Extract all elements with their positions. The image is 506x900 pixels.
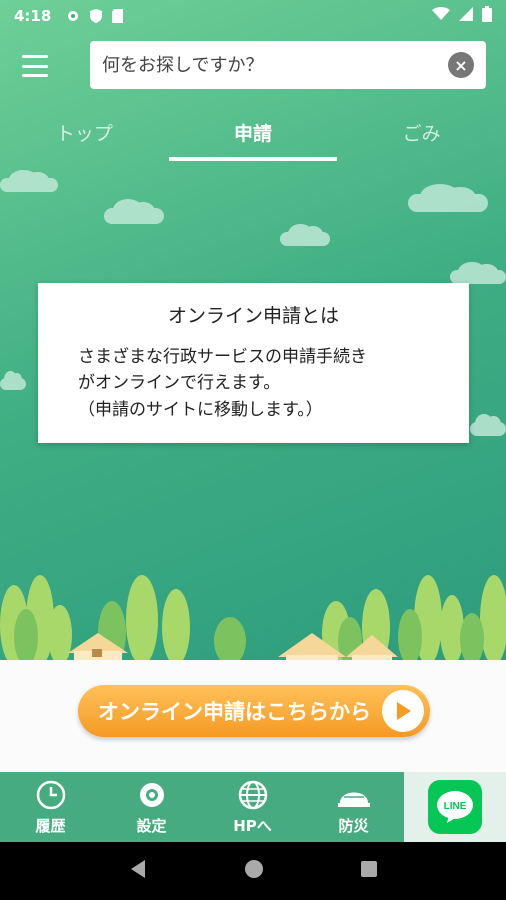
info-line: がオンラインで行えます。 xyxy=(78,373,281,394)
wifi-icon xyxy=(432,7,450,25)
tab-label: ごみ xyxy=(402,122,441,145)
nav-settings[interactable]: 設定 xyxy=(101,772,202,842)
search-bar: × xyxy=(90,41,486,89)
search-input[interactable] xyxy=(102,54,448,76)
tab-top[interactable]: トップ xyxy=(0,104,169,160)
tab-label: 申請 xyxy=(234,122,273,145)
tab-garbage[interactable]: ごみ xyxy=(337,104,506,160)
helmet-icon xyxy=(337,792,370,807)
globe-icon xyxy=(238,780,267,809)
tab-application[interactable]: 申請 xyxy=(168,104,338,161)
app-screen: 4:18 × xyxy=(0,0,506,900)
recents-icon[interactable] xyxy=(359,859,379,883)
nav-line[interactable]: LINE xyxy=(404,772,506,842)
info-title: オンライン申請とは xyxy=(167,305,339,327)
system-navigation-bar xyxy=(0,842,506,900)
nav-label: 防災 xyxy=(338,816,369,835)
nav-label: HPへ xyxy=(233,816,272,835)
nav-history[interactable]: 履歴 xyxy=(0,772,101,842)
line-logo-icon: LINE xyxy=(428,780,482,834)
header: × xyxy=(0,38,506,94)
cta-label: オンライン申請はこちらから xyxy=(98,700,371,724)
bottom-navigation: 履歴 設定 HPへ 防災 LINE xyxy=(0,772,506,842)
cta-panel: オンライン申請はこちらから xyxy=(0,660,506,772)
nav-label: 履歴 xyxy=(35,816,66,835)
close-icon: × xyxy=(454,55,468,75)
home-icon[interactable] xyxy=(243,858,265,884)
battery-icon xyxy=(482,6,492,26)
online-application-button[interactable]: オンライン申請はこちらから xyxy=(78,685,430,737)
nav-label: 設定 xyxy=(136,816,167,835)
info-line: （申請のサイトに移動します。） xyxy=(78,399,323,420)
settings-icon xyxy=(139,782,164,807)
line-logo-text: LINE xyxy=(444,801,467,812)
play-arrow-icon xyxy=(382,690,424,732)
nav-homepage[interactable]: HPへ xyxy=(202,772,303,842)
gear-icon xyxy=(65,8,81,24)
tab-label: トップ xyxy=(55,122,113,145)
tab-bar: トップ 申請 ごみ xyxy=(0,104,506,161)
clear-search-button[interactable]: × xyxy=(448,52,474,78)
back-icon[interactable] xyxy=(127,858,149,884)
status-bar: 4:18 xyxy=(0,0,506,32)
sd-card-icon xyxy=(111,8,124,24)
shield-icon xyxy=(89,8,103,24)
town-illustration xyxy=(0,575,506,665)
info-line: さまざまな行政サービスの申請手続き xyxy=(78,347,367,367)
info-card: オンライン申請とは さまざまな行政サービスの申請手続き がオンラインで行えます。… xyxy=(38,283,469,443)
nav-disaster-prevention[interactable]: 防災 xyxy=(303,772,404,842)
clock-icon xyxy=(36,780,65,809)
info-description: さまざまな行政サービスの申請手続き がオンラインで行えます。 （申請のサイトに移… xyxy=(78,344,429,423)
signal-icon xyxy=(458,6,474,26)
hamburger-menu-button[interactable] xyxy=(18,52,52,80)
status-time: 4:18 xyxy=(14,7,52,25)
